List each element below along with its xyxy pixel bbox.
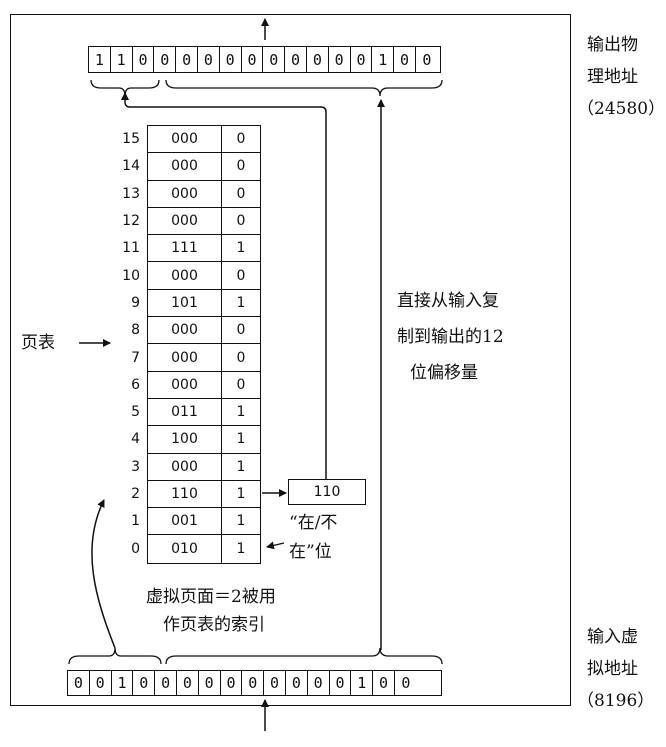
frame-copy-line — [124, 100, 327, 479]
offset-note-line-1: 直接从输入复 — [397, 291, 499, 311]
output-offset-brace — [165, 79, 443, 97]
offset-note-line-3: 位偏移量 — [410, 363, 478, 383]
input-offset-brace — [165, 647, 443, 665]
present-bit-note-line-2: 在”位 — [289, 542, 332, 562]
output-label-line-2: 理地址 — [587, 67, 638, 87]
present-bit-arrow — [266, 541, 285, 550]
index-curve — [91, 499, 116, 649]
output-label-line-3: （24580） — [577, 99, 666, 119]
input-page-brace — [68, 647, 162, 665]
page-table-label: 页表 — [21, 333, 55, 353]
connector-lines — [68, 18, 443, 731]
index-note-line-1: 虚拟页面＝2被用 — [146, 587, 276, 607]
input-label-line-1: 输入虚 — [587, 627, 638, 647]
present-bit-note-line-1: “在/不 — [289, 513, 338, 533]
input-label-line-2: 拟地址 — [587, 659, 638, 679]
index-note-line-2: 作页表的索引 — [163, 615, 265, 635]
offset-note-line-2: 制到输出的12 — [397, 327, 504, 347]
input-label-line-3: （8196） — [577, 691, 655, 711]
output-label-line-1: 输出物 — [587, 35, 638, 55]
